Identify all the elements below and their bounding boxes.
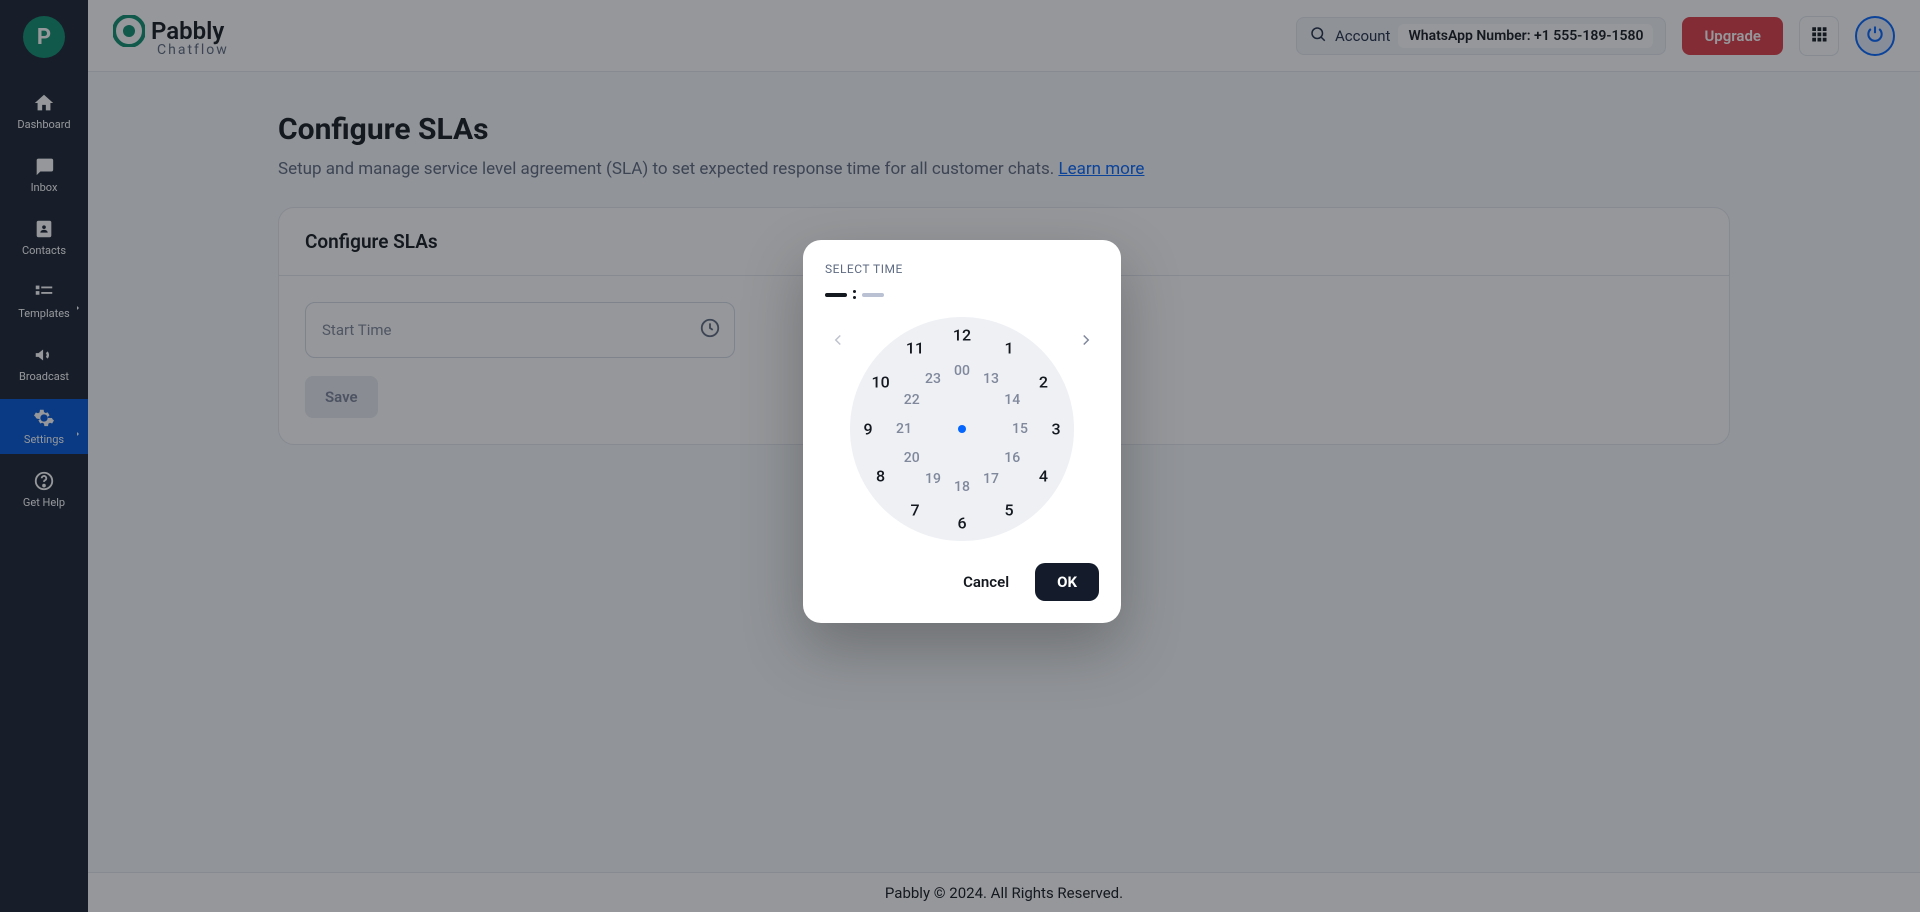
- clock-hour-23[interactable]: 23: [925, 371, 941, 387]
- hour-slot[interactable]: [825, 293, 847, 297]
- clock-hour-18[interactable]: 18: [954, 479, 970, 495]
- clock-hour-1[interactable]: 1: [1004, 338, 1013, 357]
- time-picker-dialog: SELECT TIME 1212345678910110013141516171…: [803, 240, 1121, 623]
- clock-face[interactable]: 121234567891011001314151617181920212223: [850, 317, 1074, 541]
- clock-hour-3[interactable]: 3: [1051, 420, 1060, 439]
- clock-hour-5[interactable]: 5: [1004, 501, 1013, 520]
- clock-hour-00[interactable]: 00: [954, 363, 970, 379]
- dialog-title: SELECT TIME: [825, 262, 1099, 276]
- clock-hour-20[interactable]: 20: [904, 450, 920, 466]
- next-arrow[interactable]: [1073, 327, 1099, 357]
- clock-hour-7[interactable]: 7: [910, 501, 919, 520]
- clock-hour-6[interactable]: 6: [957, 514, 966, 533]
- clock-hour-4[interactable]: 4: [1039, 467, 1048, 486]
- ok-button[interactable]: OK: [1035, 563, 1099, 601]
- clock-hour-10[interactable]: 10: [871, 373, 889, 392]
- clock-hour-17[interactable]: 17: [983, 471, 999, 487]
- cancel-button[interactable]: Cancel: [947, 563, 1025, 601]
- time-display: [825, 290, 1099, 299]
- clock-hour-12[interactable]: 12: [953, 326, 971, 345]
- clock-hour-21[interactable]: 21: [896, 421, 912, 437]
- clock-hour-14[interactable]: 14: [1004, 392, 1020, 408]
- colon-icon: [853, 290, 856, 299]
- clock-hour-11[interactable]: 11: [906, 338, 924, 357]
- clock-hour-15[interactable]: 15: [1012, 421, 1028, 437]
- clock-hour-13[interactable]: 13: [983, 371, 999, 387]
- clock-hour-8[interactable]: 8: [876, 467, 885, 486]
- clock-hour-9[interactable]: 9: [863, 420, 872, 439]
- minute-slot[interactable]: [862, 293, 884, 297]
- prev-arrow[interactable]: [825, 327, 851, 357]
- clock-center-dot: [958, 425, 966, 433]
- clock-hour-16[interactable]: 16: [1004, 450, 1020, 466]
- clock-hour-2[interactable]: 2: [1039, 373, 1048, 392]
- clock-hour-19[interactable]: 19: [925, 471, 941, 487]
- clock-hour-22[interactable]: 22: [904, 392, 920, 408]
